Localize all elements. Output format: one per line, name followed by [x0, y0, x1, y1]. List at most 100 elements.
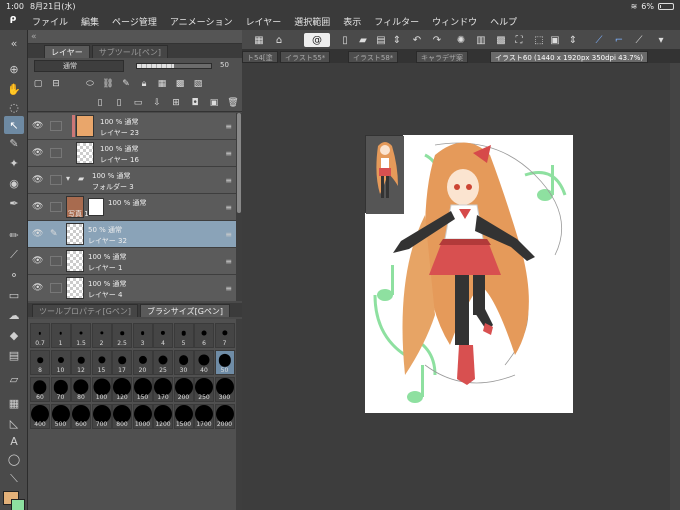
brush-size-cell[interactable]: 30 — [173, 350, 194, 375]
layer-scrollbar-thumb[interactable] — [237, 113, 241, 213]
drag-handle-icon[interactable]: ≡ — [225, 284, 232, 293]
lock-toggle[interactable] — [50, 256, 62, 266]
airbrush-icon[interactable]: ⚬ — [4, 266, 24, 284]
menu-filter[interactable]: フィルター — [374, 15, 419, 28]
tab-layer[interactable]: レイヤー — [44, 45, 90, 58]
eye-icon[interactable]: 👁︎ — [32, 283, 44, 293]
brush-size-cell[interactable]: 3 — [132, 323, 153, 348]
folder-expand-icon[interactable]: ▾ — [66, 174, 70, 183]
brush-size-cell[interactable]: 25 — [153, 350, 173, 375]
layer-row-selected[interactable]: 👁︎ ✎ 50 % 通常 レイヤー 32 ≡ — [28, 221, 236, 248]
fill-selection-icon[interactable]: ▩ — [494, 33, 508, 47]
eye-icon[interactable]: 👁︎ — [32, 229, 44, 239]
brush-size-cell[interactable]: 150 — [132, 377, 153, 402]
brush-size-cell[interactable]: 2000 — [214, 404, 235, 429]
brush-size-cell[interactable]: 80 — [71, 377, 91, 402]
brush-size-cell[interactable]: 200 — [173, 377, 194, 402]
eye-icon[interactable]: 👁︎ — [32, 256, 44, 266]
brush-size-cell[interactable]: 1700 — [194, 404, 214, 429]
snap-ruler-icon[interactable]: ⟋ — [592, 33, 606, 47]
create-mask-icon[interactable]: ◘ — [189, 97, 201, 109]
brush-size-cell[interactable]: 250 — [194, 377, 214, 402]
drag-handle-icon[interactable]: ≡ — [225, 257, 232, 266]
layer-row[interactable]: 👁︎ 100 % 通常 レイヤー 1 ≡ — [28, 248, 236, 275]
lasso-icon[interactable]: ◌ — [4, 98, 24, 116]
doc-tab[interactable]: イラスト58* — [348, 51, 399, 63]
layer-row[interactable]: 👁︎ ▾ ▰ 100 % 通常 フォルダー 3 ≡ — [28, 167, 236, 194]
drag-handle-icon[interactable]: ≡ — [225, 203, 232, 212]
brush-size-cell[interactable]: 8 — [30, 350, 50, 375]
eraser-icon[interactable]: ▭ — [4, 286, 24, 304]
blend-mode-select[interactable]: 通常 — [34, 60, 124, 72]
loading-icon[interactable]: ✺ — [454, 33, 468, 47]
spiral-icon[interactable]: @ — [304, 33, 330, 47]
correction-icon[interactable]: ⟍ — [4, 470, 24, 488]
drag-handle-icon[interactable]: ≡ — [225, 176, 232, 185]
brush-size-cell[interactable]: 5 — [173, 323, 194, 348]
new-file-icon[interactable]: ▯ — [338, 33, 352, 47]
clip-icon[interactable]: ⬭ — [84, 78, 96, 90]
canvas-scrollbar[interactable] — [670, 63, 680, 510]
brush-size-cell[interactable]: 60 — [30, 377, 50, 402]
blend-icon[interactable]: ☁ — [4, 306, 24, 324]
menu-animation[interactable]: アニメーション — [170, 15, 233, 28]
drag-handle-icon[interactable]: ≡ — [225, 122, 232, 131]
doc-tab-active[interactable]: イラスト60 (1440 x 1920px 350dpi 43.7%) — [490, 51, 649, 63]
reference-icon[interactable]: ⛓ — [102, 78, 114, 90]
brush-size-cell[interactable]: 700 — [91, 404, 112, 429]
brush-size-cell[interactable]: 40 — [194, 350, 214, 375]
transfer-down-icon[interactable]: ⇩ — [151, 97, 163, 109]
fill-icon[interactable]: ◉ — [4, 174, 24, 192]
eyedropper-icon[interactable]: ✎ — [4, 134, 24, 152]
trash-icon[interactable]: 🗑︎ — [227, 97, 239, 109]
brush-size-cell[interactable]: 1.5 — [71, 323, 91, 348]
frame-icon[interactable]: ▦ — [4, 394, 24, 412]
doc-tab[interactable]: イラスト55* — [280, 51, 331, 63]
new-raster-icon[interactable]: ▯ — [94, 97, 106, 109]
brush-size-cell[interactable]: 120 — [112, 377, 132, 402]
merge-icon[interactable]: ⊞ — [170, 97, 182, 109]
doc-tab[interactable]: キャラデザ案 — [416, 51, 468, 63]
gradient-icon[interactable]: ▤ — [4, 346, 24, 364]
figure-icon[interactable]: ▱ — [4, 370, 24, 388]
menu-page[interactable]: ページ管理 — [112, 15, 157, 28]
toolbar-menu-icon[interactable]: ▾ — [654, 33, 668, 47]
brush-size-cell[interactable]: 100 — [91, 377, 112, 402]
brush-size-cell[interactable]: 50 — [214, 350, 235, 375]
collapse-icon[interactable]: « — [4, 34, 24, 52]
menu-edit[interactable]: 編集 — [81, 15, 99, 28]
menu-layer[interactable]: レイヤー — [246, 15, 282, 28]
save-icon[interactable]: ▤ — [374, 33, 388, 47]
hand-icon[interactable]: ✋ — [4, 80, 24, 98]
brush-size-cell[interactable]: 800 — [112, 404, 132, 429]
balloon-icon[interactable]: ◯ — [4, 450, 24, 468]
ruler-enable-icon[interactable]: ▧ — [192, 78, 204, 90]
brush-size-cell[interactable]: 20 — [132, 350, 153, 375]
brush-size-cell[interactable]: 1000 — [132, 404, 153, 429]
ruler-icon[interactable]: ◺ — [4, 414, 24, 432]
snap-special-icon[interactable]: ⌐ — [612, 33, 626, 47]
drag-handle-icon[interactable]: ≡ — [225, 149, 232, 158]
opacity-slider[interactable] — [136, 63, 212, 69]
open-icon[interactable]: ▰ — [356, 33, 370, 47]
brush-size-cell[interactable]: 12 — [71, 350, 91, 375]
move-tool-icon[interactable]: ↖ — [4, 116, 24, 134]
eye-icon[interactable]: 👁︎ — [32, 121, 44, 131]
new-folder-icon[interactable]: ▭ — [132, 97, 144, 109]
lock-icon[interactable]: 🔒︎ — [138, 78, 150, 90]
lock-toggle[interactable] — [50, 121, 62, 131]
brush-size-cell[interactable]: 17 — [112, 350, 132, 375]
bucket-icon[interactable]: ◆ — [4, 326, 24, 344]
brush-size-cell[interactable]: 170 — [153, 377, 173, 402]
selection-updown-icon[interactable]: ⇕ — [566, 33, 580, 47]
brush-size-cell[interactable]: 1 — [50, 323, 71, 348]
eye-icon[interactable]: 👁︎ — [32, 202, 44, 212]
tab-tool-property[interactable]: ツールプロパティ[Gペン] — [32, 304, 138, 317]
mask-enable-icon[interactable]: ▩ — [174, 78, 186, 90]
canvas-area[interactable] — [242, 63, 670, 510]
clear-icon[interactable]: ▥ — [474, 33, 488, 47]
sub-color-swatch[interactable] — [11, 499, 25, 510]
menu-view[interactable]: 表示 — [343, 15, 361, 28]
pencil-icon[interactable]: ✏ — [4, 226, 24, 244]
snap-grid-icon[interactable]: ⟋ — [632, 33, 646, 47]
